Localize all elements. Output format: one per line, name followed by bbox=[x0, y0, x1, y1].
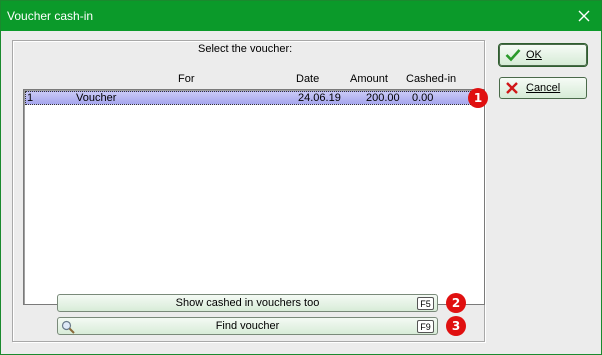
select-voucher-label: Select the voucher: bbox=[198, 43, 293, 55]
dialog-body: Select the voucher: For Date Amount Cash… bbox=[2, 31, 600, 354]
voucher-list[interactable]: 1 Voucher 24.06.19 200.00 0.00 bbox=[23, 89, 485, 305]
column-header-for: For bbox=[178, 73, 195, 85]
column-header-cashed-in: Cashed-in bbox=[406, 73, 457, 85]
column-header-amount: Amount bbox=[350, 73, 388, 85]
ok-button[interactable]: OK bbox=[499, 44, 587, 66]
voucher-row[interactable]: 1 Voucher 24.06.19 200.00 0.00 bbox=[25, 91, 483, 105]
callout-badge-1: 1 bbox=[468, 88, 488, 108]
f9-key-hint: F9 bbox=[417, 320, 434, 333]
row-cashed-in: 0.00 bbox=[412, 92, 434, 104]
x-icon bbox=[506, 82, 518, 94]
callout-badge-2: 2 bbox=[446, 293, 466, 313]
find-voucher-button[interactable]: Find voucher F9 bbox=[57, 317, 438, 335]
f5-key-hint: F5 bbox=[417, 297, 434, 310]
title-bar: Voucher cash-in bbox=[1, 1, 601, 31]
checkmark-icon bbox=[505, 49, 521, 62]
callout-badge-3: 3 bbox=[446, 316, 466, 336]
cancel-button[interactable]: Cancel bbox=[499, 77, 587, 99]
row-for: Voucher bbox=[76, 92, 117, 104]
cancel-label: Cancel bbox=[526, 82, 561, 94]
find-voucher-label: Find voucher bbox=[215, 320, 280, 332]
row-amount: 200.00 bbox=[366, 92, 400, 104]
column-header-date: Date bbox=[296, 73, 320, 85]
close-icon bbox=[578, 10, 590, 22]
row-date: 24.06.19 bbox=[298, 92, 341, 104]
row-number: 1 bbox=[27, 92, 34, 104]
window-title: Voucher cash-in bbox=[7, 9, 94, 23]
ok-label: OK bbox=[526, 49, 542, 61]
close-button[interactable] bbox=[571, 4, 597, 28]
voucher-cashin-dialog: Voucher cash-in Select the voucher: For … bbox=[0, 0, 602, 355]
show-cashed-vouchers-button[interactable]: Show cashed in vouchers too F5 bbox=[57, 294, 438, 312]
show-cashed-label: Show cashed in vouchers too bbox=[175, 297, 320, 309]
